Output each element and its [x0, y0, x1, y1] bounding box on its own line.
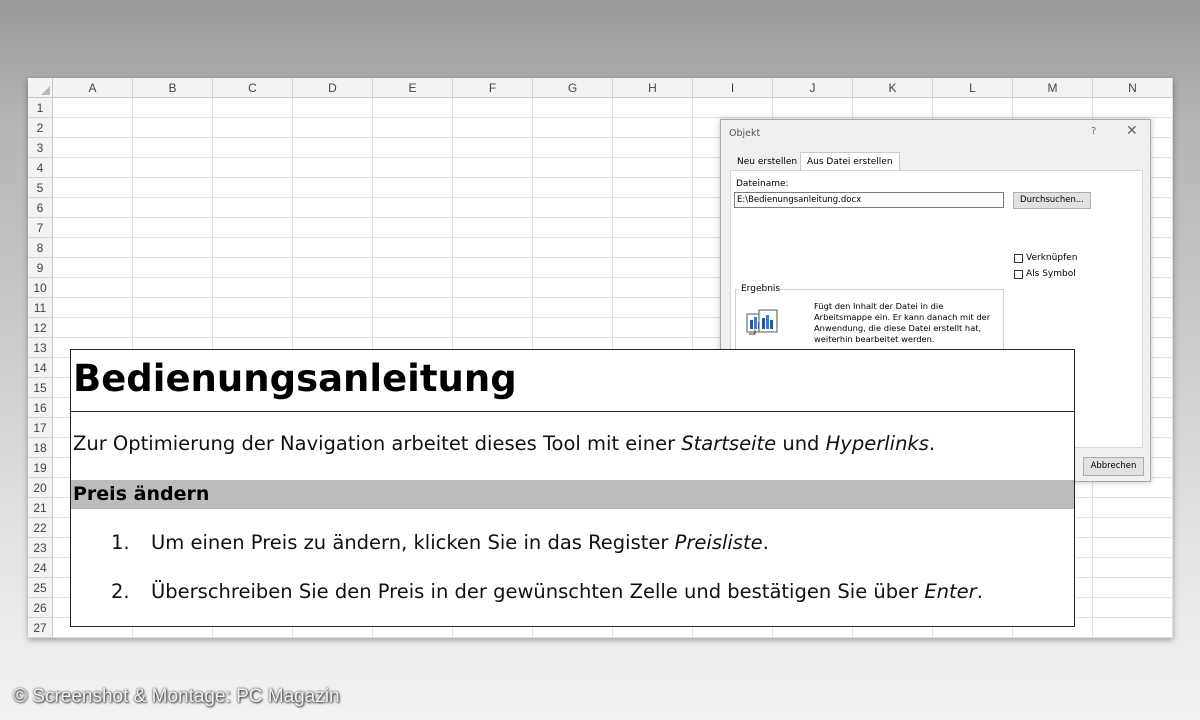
checkbox-icon[interactable] [1014, 253, 1023, 263]
column-header[interactable]: J [773, 78, 853, 98]
row-header[interactable]: 2 [28, 118, 53, 138]
symbol-checkbox-label: Als Symbol [1026, 269, 1076, 279]
step-text: . [762, 531, 769, 554]
intro-emphasis-startseite: Startseite [681, 432, 777, 455]
column-header[interactable]: M [1013, 78, 1093, 98]
select-all-corner[interactable] [28, 78, 53, 98]
column-header[interactable]: D [293, 78, 373, 98]
help-icon[interactable]: ? [1091, 126, 1096, 137]
intro-paragraph: Zur Optimierung der Navigation arbeitet … [73, 432, 935, 455]
symbol-checkbox[interactable]: Als Symbol [1014, 269, 1076, 279]
link-checkbox[interactable]: Verknüpfen [1014, 253, 1077, 263]
column-header[interactable]: F [453, 78, 533, 98]
row-header[interactable]: 9 [28, 258, 53, 278]
word-document-overlay: Bedienungsanleitung Zur Optimierung der … [70, 349, 1075, 627]
row-header[interactable]: 20 [28, 478, 53, 498]
dialog-title: Objekt [729, 128, 761, 139]
tab-aus-datei-erstellen[interactable]: Aus Datei erstellen [800, 152, 900, 171]
step-text: . [976, 580, 983, 603]
title-divider [71, 411, 1074, 412]
result-label: Ergebnis [739, 284, 783, 294]
column-header[interactable]: K [853, 78, 933, 98]
column-header[interactable]: I [693, 78, 773, 98]
row-header[interactable]: 15 [28, 378, 53, 398]
column-header[interactable]: N [1093, 78, 1173, 98]
step-emphasis: Enter [924, 580, 977, 603]
column-header[interactable]: C [213, 78, 293, 98]
row-header[interactable]: 3 [28, 138, 53, 158]
list-text: Überschreiben Sie den Preis in der gewün… [151, 580, 983, 603]
filename-input[interactable]: E:\Bedienungsanleitung.docx [734, 192, 1004, 208]
column-header[interactable]: G [533, 78, 613, 98]
intro-emphasis-hyperlinks: Hyperlinks [825, 432, 929, 455]
step-emphasis: Preisliste [674, 531, 763, 554]
copyright-watermark: © Screenshot & Montage: PC Magazin [13, 686, 340, 707]
list-item: 1. Um einen Preis zu ändern, klicken Sie… [111, 531, 769, 554]
checkbox-icon[interactable] [1014, 269, 1023, 279]
embedded-object-icon [746, 309, 778, 335]
list-number: 2. [111, 580, 130, 603]
result-description: Fügt den Inhalt der Datei in die Arbeits… [814, 301, 991, 344]
browse-button[interactable]: Durchsuchen... [1013, 192, 1091, 209]
column-header[interactable]: E [373, 78, 453, 98]
row-header[interactable]: 8 [28, 238, 53, 258]
row-header[interactable]: 12 [28, 318, 53, 338]
tab-neu-erstellen[interactable]: Neu erstellen [731, 152, 803, 170]
column-header[interactable]: H [613, 78, 693, 98]
cancel-button[interactable]: Abbrechen [1083, 457, 1144, 476]
row-header[interactable]: 13 [28, 338, 53, 358]
list-text: Um einen Preis zu ändern, klicken Sie in… [151, 531, 769, 554]
row-header[interactable]: 18 [28, 438, 53, 458]
column-header[interactable]: L [933, 78, 1013, 98]
row-header[interactable]: 10 [28, 278, 53, 298]
row-header[interactable]: 27 [28, 618, 53, 638]
row-header[interactable]: 7 [28, 218, 53, 238]
row-header[interactable]: 14 [28, 358, 53, 378]
row-headers: 1 2 3 4 5 6 7 8 9 10 11 12 13 14 15 16 1… [28, 98, 53, 638]
filename-label: Dateiname: [736, 179, 789, 189]
column-header[interactable]: B [133, 78, 213, 98]
column-header[interactable]: A [53, 78, 133, 98]
row-header[interactable]: 6 [28, 198, 53, 218]
row-header[interactable]: 25 [28, 578, 53, 598]
row-header[interactable]: 26 [28, 598, 53, 618]
row-header[interactable]: 11 [28, 298, 53, 318]
step-text: Überschreiben Sie den Preis in der gewün… [151, 580, 925, 603]
close-icon[interactable]: ✕ [1126, 123, 1138, 139]
section-heading: Preis ändern [71, 480, 1074, 509]
row-header[interactable]: 17 [28, 418, 53, 438]
intro-text: Zur Optimierung der Navigation arbeitet … [73, 432, 682, 455]
link-checkbox-label: Verknüpfen [1026, 253, 1078, 263]
column-headers: A B C D E F G H I J K L M N [53, 78, 1173, 98]
list-item: 2. Überschreiben Sie den Preis in der ge… [111, 580, 983, 603]
row-header[interactable]: 16 [28, 398, 53, 418]
row-header[interactable]: 24 [28, 558, 53, 578]
row-header[interactable]: 4 [28, 158, 53, 178]
row-header[interactable]: 23 [28, 538, 53, 558]
row-header[interactable]: 1 [28, 98, 53, 118]
row-header[interactable]: 22 [28, 518, 53, 538]
intro-text: und [776, 432, 826, 455]
row-header[interactable]: 21 [28, 498, 53, 518]
document-title: Bedienungsanleitung [73, 357, 517, 400]
intro-text: . [928, 432, 936, 455]
row-header[interactable]: 19 [28, 458, 53, 478]
list-number: 1. [111, 531, 130, 554]
row-header[interactable]: 5 [28, 178, 53, 198]
step-text: Um einen Preis zu ändern, klicken Sie in… [151, 531, 675, 554]
